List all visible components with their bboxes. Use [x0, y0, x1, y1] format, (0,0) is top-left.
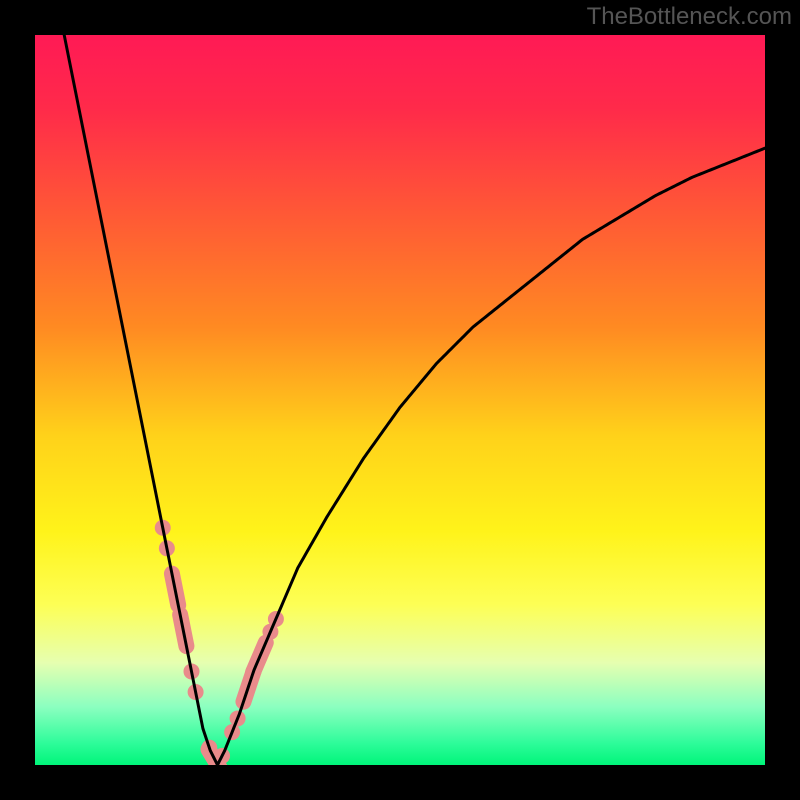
- plot-area: [35, 35, 765, 765]
- chart-frame: TheBottleneck.com: [0, 0, 800, 800]
- bottleneck-chart: [35, 35, 765, 765]
- gradient-background: [35, 35, 765, 765]
- watermark-label: TheBottleneck.com: [587, 3, 792, 31]
